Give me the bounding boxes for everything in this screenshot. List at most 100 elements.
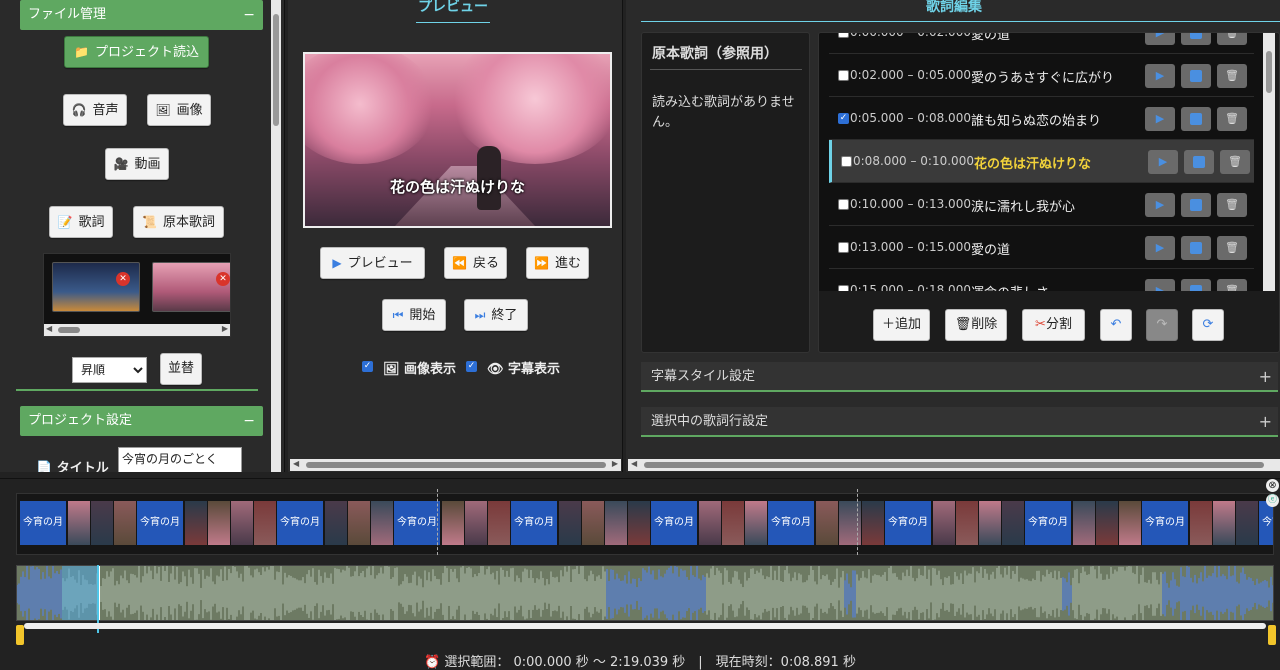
lyric-row-text[interactable]: 愛のうあさすぐに広がり <box>971 67 1114 86</box>
image-clip[interactable] <box>325 501 347 545</box>
lyric-row-text[interactable]: 愛の道 <box>971 239 1010 258</box>
timeline-scrollbar[interactable] <box>24 623 1266 629</box>
image-clip[interactable] <box>582 501 604 545</box>
lyric-row-checkbox[interactable] <box>838 33 849 38</box>
expand-icon[interactable]: + <box>1259 362 1272 392</box>
project-load-button[interactable]: 📁 プロジェクト読込 <box>64 36 209 68</box>
preview-canvas[interactable]: 花の色は汗ぬけりな <box>303 52 612 228</box>
lyric-row-checkbox[interactable] <box>838 70 849 81</box>
image-clip[interactable] <box>1236 501 1258 545</box>
row-play-button[interactable]: ▶ <box>1145 193 1175 217</box>
lyric-row-text[interactable]: 花の色は汗ぬけりな <box>974 153 1091 172</box>
undo-button[interactable]: ↶ <box>1100 309 1132 341</box>
close-icon[interactable]: ⊗ <box>1266 479 1279 492</box>
audio-button[interactable]: 🎧 音声 <box>63 94 127 126</box>
image-clip[interactable] <box>208 501 230 545</box>
image-clip[interactable] <box>979 501 1001 545</box>
scrollbar-thumb[interactable] <box>644 462 1264 468</box>
add-line-button[interactable]: ＋追加 <box>873 309 930 341</box>
show-image-checkbox[interactable]: ✓ <box>362 361 373 372</box>
lyric-row-text[interactable]: 涙に濡れし我が心 <box>971 196 1075 215</box>
sort-order-select[interactable]: 昇順 <box>72 357 147 383</box>
image-clip[interactable] <box>465 501 487 545</box>
scroll-right-icon[interactable]: ▶ <box>612 459 618 468</box>
image-clip[interactable] <box>956 501 978 545</box>
image-clip[interactable] <box>1073 501 1095 545</box>
image-clip[interactable] <box>185 501 207 545</box>
image-clip[interactable] <box>1190 501 1212 545</box>
image-clip[interactable] <box>1119 501 1141 545</box>
title-clip[interactable]: 今宵の月 <box>20 501 66 545</box>
lyrics-button[interactable]: 📝 歌詞 <box>49 206 113 238</box>
image-clip[interactable] <box>933 501 955 545</box>
image-clip[interactable] <box>745 501 767 545</box>
show-subtitle-checkbox[interactable]: ✓ <box>466 361 477 372</box>
row-play-button[interactable]: ▶ <box>1145 236 1175 260</box>
title-clip[interactable]: 今宵の月 <box>1142 501 1188 545</box>
preview-play-button[interactable]: ▶ プレビュー <box>320 247 425 279</box>
row-delete-button[interactable]: 🗑 <box>1217 107 1247 131</box>
range-end-handle[interactable] <box>1268 625 1276 645</box>
image-clip[interactable] <box>605 501 627 545</box>
redo-button[interactable]: ↷ <box>1146 309 1178 341</box>
row-stop-button[interactable] <box>1181 107 1211 131</box>
title-clip[interactable]: 今宵の月 <box>137 501 183 545</box>
lyric-row-checkbox[interactable] <box>838 242 849 253</box>
title-input[interactable]: 今宵の月のごとく <box>118 447 242 472</box>
image-clip[interactable] <box>68 501 90 545</box>
title-clip[interactable]: 今宵の月 <box>768 501 814 545</box>
left-panel-scrollbar[interactable] <box>271 0 281 472</box>
image-clip[interactable] <box>488 501 510 545</box>
row-play-button[interactable]: ▶ <box>1145 33 1175 45</box>
collapse-icon[interactable]: − <box>243 0 255 30</box>
editor-scrollbar[interactable]: ◀ <box>628 459 1280 471</box>
row-stop-button[interactable] <box>1184 150 1214 174</box>
row-delete-button[interactable]: 🗑 <box>1220 150 1250 174</box>
scroll-right-icon[interactable]: ▶ <box>222 324 228 333</box>
scrollbar-thumb[interactable] <box>58 327 80 333</box>
row-play-button[interactable]: ▶ <box>1148 150 1178 174</box>
image-clip[interactable] <box>91 501 113 545</box>
title-clip[interactable]: 今宵の月 <box>1259 501 1273 545</box>
image-clip[interactable] <box>816 501 838 545</box>
scroll-left-icon[interactable]: ◀ <box>46 324 52 333</box>
expand-icon[interactable]: + <box>1259 407 1272 437</box>
image-clip[interactable] <box>114 501 136 545</box>
end-button[interactable]: ⏭ 終了 <box>464 299 528 331</box>
thumbnail-cherry-blossom[interactable] <box>152 262 230 312</box>
remove-thumbnail-icon[interactable]: ✕ <box>116 272 130 286</box>
title-clip[interactable]: 今宵の月 <box>394 501 440 545</box>
lyric-row[interactable]: 0:00.000 – 0:02.000愛の道 ▶ 🗑 <box>829 33 1254 54</box>
lyric-row-checkbox[interactable]: ✓ <box>838 113 849 124</box>
row-play-button[interactable]: ▶ <box>1145 107 1175 131</box>
row-stop-button[interactable] <box>1181 64 1211 88</box>
title-clip[interactable]: 今宵の月 <box>651 501 697 545</box>
range-start-handle[interactable] <box>16 625 24 645</box>
row-stop-button[interactable] <box>1181 193 1211 217</box>
lyric-row-checkbox[interactable] <box>838 285 849 291</box>
waveform-track[interactable] <box>16 565 1274 621</box>
scrollbar-thumb[interactable] <box>1266 51 1272 93</box>
collapse-icon[interactable]: − <box>243 406 255 436</box>
row-delete-button[interactable]: 🗑 <box>1217 236 1247 260</box>
lyric-row-text[interactable]: 誰も知らぬ恋の始まり <box>971 110 1101 129</box>
title-clip[interactable]: 今宵の月 <box>885 501 931 545</box>
image-button[interactable]: 🖼 画像 <box>147 94 211 126</box>
orig-lyrics-button[interactable]: 📜 原本歌詞 <box>133 206 224 238</box>
row-play-button[interactable]: ▶ <box>1145 279 1175 291</box>
row-play-button[interactable]: ▶ <box>1145 64 1175 88</box>
forward-button[interactable]: ⏩ 進む <box>526 247 589 279</box>
row-stop-button[interactable] <box>1181 33 1211 45</box>
image-clip[interactable] <box>1213 501 1235 545</box>
image-clip[interactable] <box>231 501 253 545</box>
image-clip[interactable] <box>442 501 464 545</box>
refresh-button[interactable]: ⟳ <box>1192 309 1224 341</box>
remove-thumbnail-icon[interactable]: ✕ <box>216 272 230 286</box>
image-clip[interactable] <box>254 501 276 545</box>
image-clip[interactable] <box>1002 501 1024 545</box>
image-clip[interactable] <box>1096 501 1118 545</box>
project-section-header[interactable]: プロジェクト設定 − <box>20 406 263 436</box>
title-clip[interactable]: 今宵の月 <box>511 501 557 545</box>
row-delete-button[interactable]: 🗑 <box>1217 64 1247 88</box>
image-clip[interactable] <box>862 501 884 545</box>
